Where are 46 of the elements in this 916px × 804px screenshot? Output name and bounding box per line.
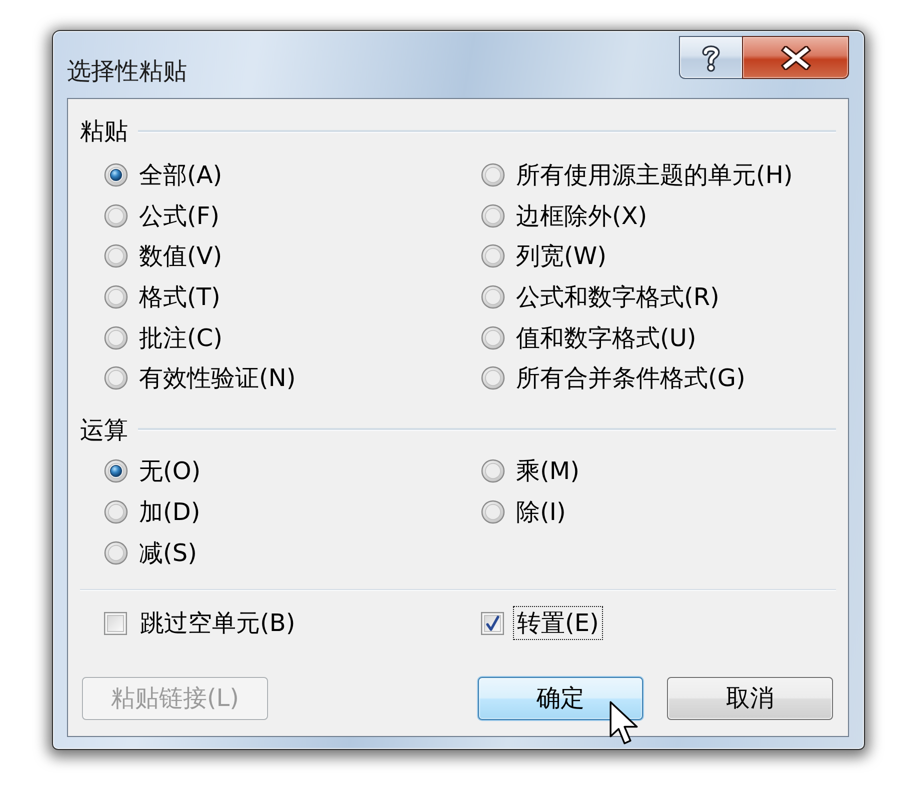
radio-icon[interactable] (481, 326, 505, 350)
dialog-button[interactable]: 取消 (667, 676, 833, 720)
radio-option[interactable]: 值和数字格式(U) (481, 322, 696, 353)
radio-option[interactable]: 公式和数字格式(R) (481, 282, 720, 312)
radio-option[interactable]: 边框除外(X) (481, 200, 648, 231)
radio-option[interactable]: 有效性验证(N) (104, 363, 296, 394)
radio-icon[interactable] (104, 204, 128, 228)
radio-icon[interactable] (481, 204, 505, 228)
close-button[interactable] (742, 36, 849, 79)
radio-icon[interactable] (481, 459, 505, 484)
radio-icon[interactable] (104, 244, 128, 268)
help-icon (701, 44, 721, 72)
radio-option[interactable]: 格式(T) (104, 282, 220, 312)
radio-icon[interactable] (481, 500, 505, 524)
radio-icon[interactable] (481, 244, 505, 268)
radio-icon[interactable] (104, 459, 128, 484)
radio-option[interactable]: 所有合并条件格式(G) (481, 363, 746, 394)
radio-icon[interactable] (481, 285, 505, 310)
radio-icon[interactable] (481, 366, 505, 390)
radio-option[interactable]: 除(I) (481, 497, 566, 528)
radio-icon[interactable] (104, 163, 128, 188)
checkbox-option[interactable]: 跳过空单元(B) (104, 606, 300, 640)
group-heading: 运算 (80, 414, 128, 445)
help-button[interactable] (679, 36, 742, 79)
checkbox-icon[interactable] (481, 612, 504, 635)
radio-icon[interactable] (481, 163, 505, 188)
radio-icon[interactable] (104, 285, 128, 310)
radio-option[interactable]: 公式(F) (104, 200, 220, 231)
dialog-button[interactable]: 确定 (478, 676, 643, 720)
radio-icon[interactable] (104, 326, 128, 350)
radio-option[interactable]: 无(O) (104, 456, 201, 486)
radio-option[interactable]: 加(D) (104, 497, 200, 528)
radio-icon[interactable] (104, 366, 128, 390)
close-icon (780, 46, 810, 70)
checkbox-icon[interactable] (104, 612, 127, 635)
radio-option[interactable]: 列宽(W) (481, 241, 606, 272)
radio-option[interactable]: 全部(A) (104, 160, 222, 190)
radio-option[interactable]: 减(S) (104, 538, 197, 568)
window-title: 选择性粘贴 (67, 56, 187, 86)
radio-option[interactable]: 数值(V) (104, 241, 222, 272)
radio-icon[interactable] (104, 541, 128, 566)
radio-option[interactable]: 所有使用源主题的单元(H) (481, 160, 793, 190)
group-heading: 粘贴 (80, 116, 128, 146)
radio-icon[interactable] (104, 500, 128, 524)
radio-option[interactable]: 乘(M) (481, 456, 580, 486)
radio-option[interactable]: 批注(C) (104, 322, 222, 353)
